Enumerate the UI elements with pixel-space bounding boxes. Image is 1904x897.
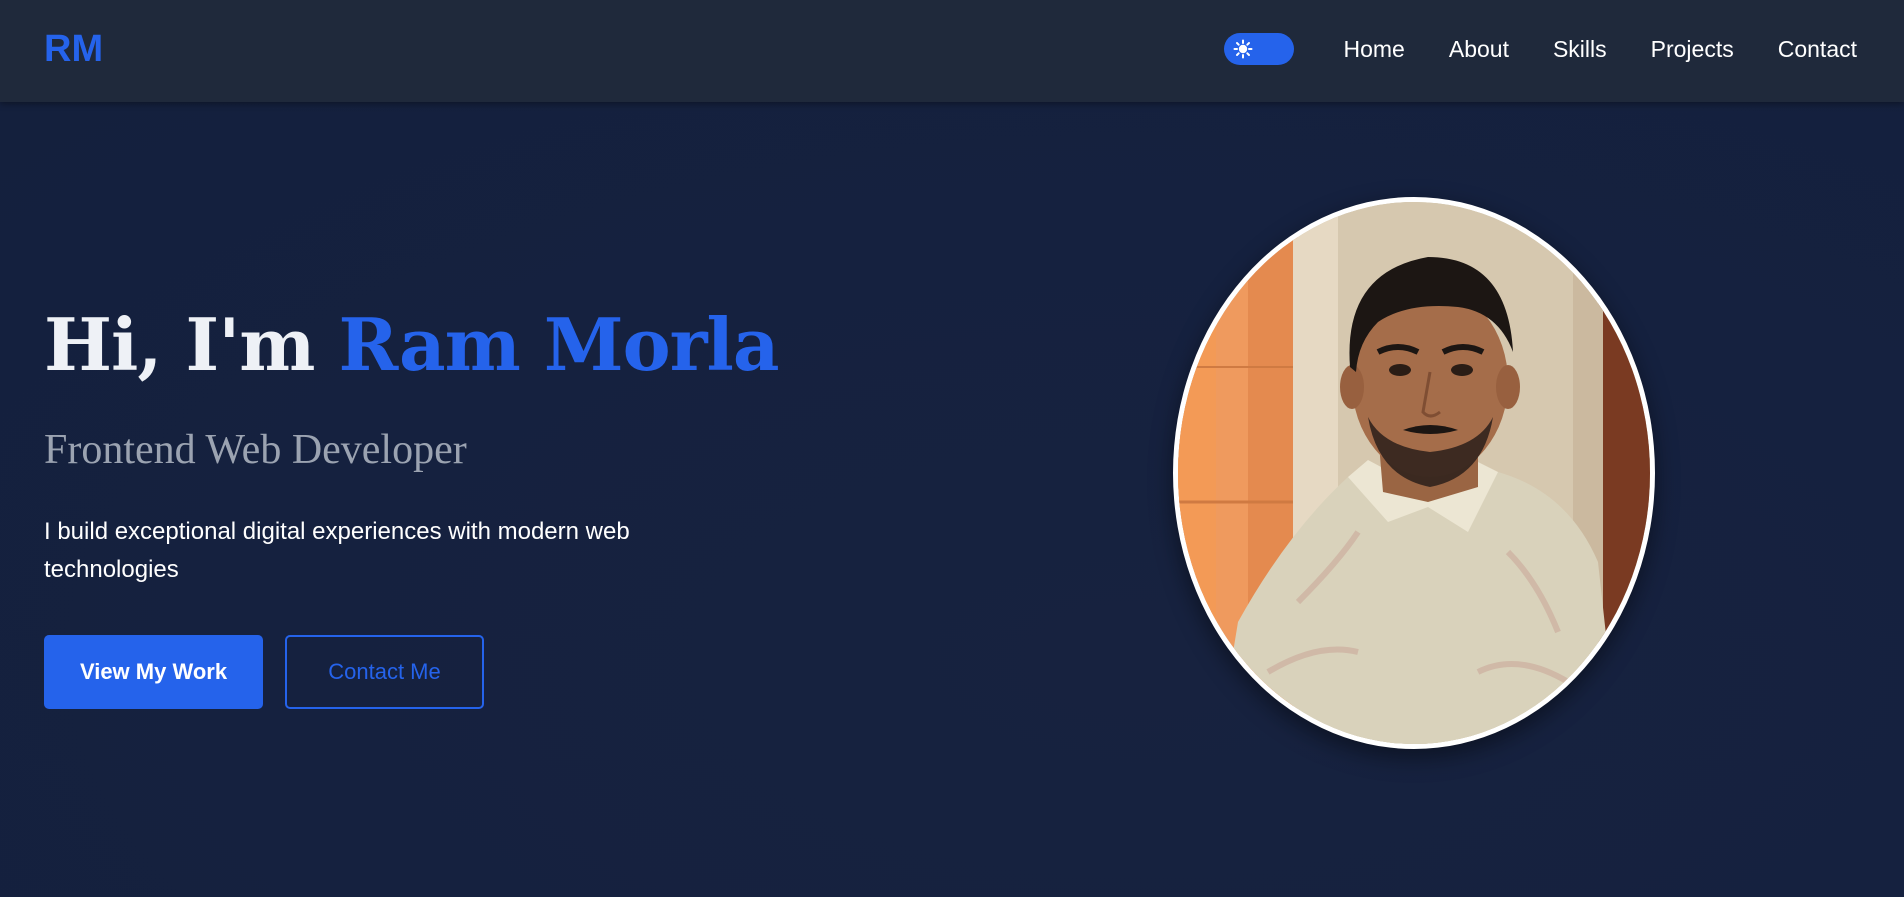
theme-toggle[interactable]: [1224, 33, 1294, 65]
greeting-text: Hi, I'm: [44, 302, 339, 387]
contact-me-button[interactable]: Contact Me: [285, 635, 484, 709]
main-nav: Home About Skills Projects Contact: [1344, 33, 1858, 65]
logo[interactable]: RM: [44, 27, 103, 71]
hero-name: Ram Morla: [338, 302, 779, 387]
view-work-button[interactable]: View My Work: [44, 635, 263, 709]
navbar: RM Home About Skills Projects Contact: [0, 0, 1904, 102]
nav-about-link[interactable]: About: [1449, 33, 1509, 65]
nav-projects-link[interactable]: Projects: [1651, 33, 1734, 65]
nav-home-link[interactable]: Home: [1344, 33, 1405, 65]
profile-photo: [1173, 197, 1655, 749]
nav-skills-link[interactable]: Skills: [1553, 33, 1607, 65]
hero-subtitle: Frontend Web Developer: [44, 427, 467, 473]
hero-heading: Hi, I'm Ram Morla: [44, 300, 780, 390]
hero-tagline: I build exceptional digital experiences …: [44, 518, 630, 583]
nav-contact-link[interactable]: Contact: [1778, 33, 1857, 65]
sun-icon: [1233, 39, 1253, 59]
